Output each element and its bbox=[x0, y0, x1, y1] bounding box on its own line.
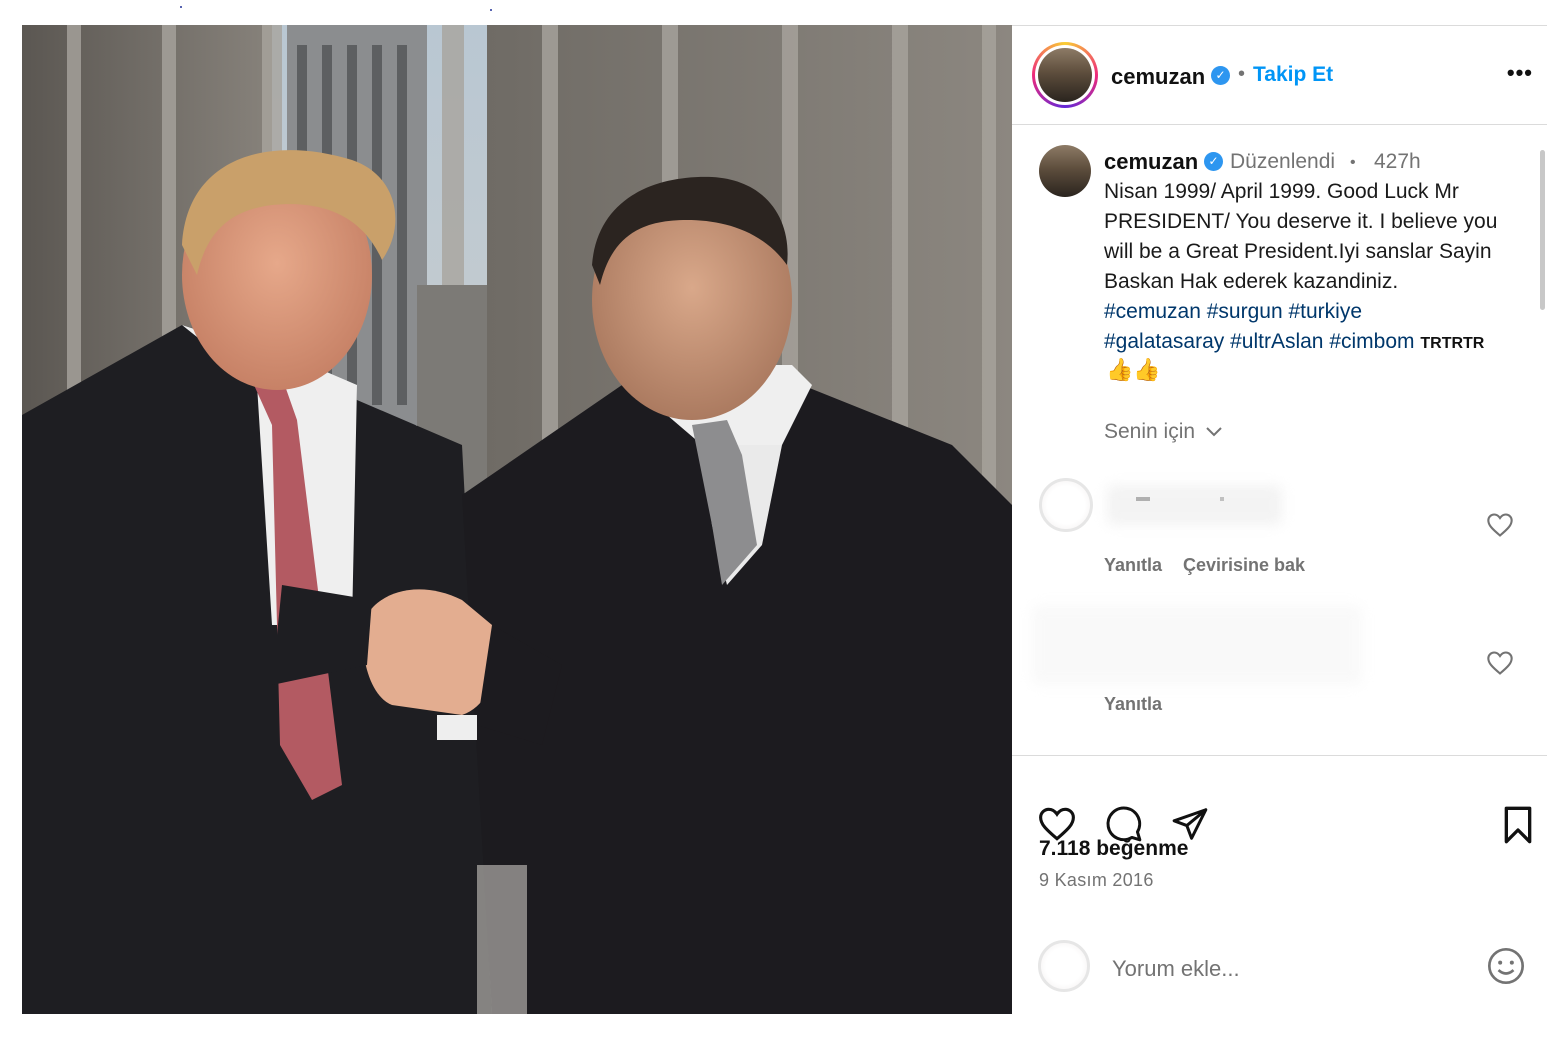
hashtag[interactable]: #galatasaray bbox=[1104, 330, 1224, 353]
follow-button[interactable]: Takip Et bbox=[1253, 63, 1333, 87]
bookmark-icon[interactable] bbox=[1500, 805, 1536, 845]
author-avatar[interactable] bbox=[1032, 42, 1098, 108]
comments-section: cemuzan ✓ Düzenlendi • 427h Nisan 1999/ … bbox=[1012, 125, 1547, 756]
reply-button[interactable]: Yanıtla bbox=[1104, 555, 1162, 576]
commenter-avatar[interactable] bbox=[1039, 478, 1093, 532]
post-actions: 7.118 beğenme 9 Kasım 2016 Yorum ekle... bbox=[1012, 756, 1547, 1015]
comment-input[interactable]: Yorum ekle... bbox=[1112, 956, 1240, 982]
artifact-dot bbox=[180, 6, 182, 8]
blurred-mark bbox=[1136, 497, 1150, 501]
blurred-comment bbox=[1032, 605, 1362, 685]
caption-username[interactable]: cemuzan bbox=[1104, 149, 1198, 175]
chevron-down-icon bbox=[1206, 427, 1222, 437]
blurred-comment-text bbox=[1107, 485, 1282, 525]
comment-like-heart-icon[interactable] bbox=[1486, 512, 1514, 538]
post-time[interactable]: 427h bbox=[1374, 150, 1421, 174]
hashtag[interactable]: #surgun bbox=[1207, 300, 1283, 323]
more-horizontal-icon[interactable]: ••• bbox=[1507, 60, 1533, 86]
post-header: cemuzan ✓ • Takip Et ••• bbox=[1012, 26, 1547, 125]
post-date: 9 Kasım 2016 bbox=[1039, 870, 1154, 890]
post-side-panel: cemuzan ✓ • Takip Et ••• cemuzan ✓ Düzen… bbox=[1012, 25, 1547, 1015]
separator-dot: • bbox=[1350, 154, 1356, 171]
caption-author-avatar[interactable] bbox=[1039, 145, 1091, 197]
caption-suffix: TRTRTR bbox=[1420, 335, 1485, 352]
artifact-dot bbox=[490, 9, 492, 11]
scrollbar[interactable] bbox=[1540, 150, 1545, 310]
comment-sort-dropdown[interactable]: Senin için bbox=[1104, 420, 1223, 444]
likes-count[interactable]: 7.118 beğenme bbox=[1039, 837, 1188, 861]
comment-like-heart-icon[interactable] bbox=[1486, 650, 1514, 676]
smiley-icon[interactable] bbox=[1486, 946, 1526, 986]
current-user-avatar bbox=[1038, 940, 1090, 992]
caption-text: Nisan 1999/ April 1999. Good Luck Mr PRE… bbox=[1104, 180, 1498, 293]
post-caption: Nisan 1999/ April 1999. Good Luck Mr PRE… bbox=[1104, 177, 1524, 359]
thumbs-up-emoji: 👍👍 bbox=[1106, 357, 1161, 382]
sort-label: Senin için bbox=[1104, 420, 1196, 443]
hashtag[interactable]: #cimbom bbox=[1329, 330, 1414, 353]
reply-button[interactable]: Yanıtla bbox=[1104, 694, 1162, 715]
blurred-mark bbox=[1220, 497, 1224, 501]
edited-label: Düzenlendi bbox=[1230, 150, 1336, 173]
author-username[interactable]: cemuzan bbox=[1111, 64, 1205, 90]
post-image[interactable] bbox=[22, 25, 1012, 1014]
hashtag[interactable]: #ultrAslan bbox=[1230, 330, 1323, 353]
hashtag[interactable]: #turkiye bbox=[1288, 300, 1362, 323]
verified-badge-icon: ✓ bbox=[1211, 66, 1230, 85]
see-translation-button[interactable]: Çevirisine bak bbox=[1183, 555, 1305, 576]
hashtag[interactable]: #cemuzan bbox=[1104, 300, 1201, 323]
separator-dot: • bbox=[1238, 63, 1246, 85]
verified-badge-icon: ✓ bbox=[1204, 152, 1223, 171]
